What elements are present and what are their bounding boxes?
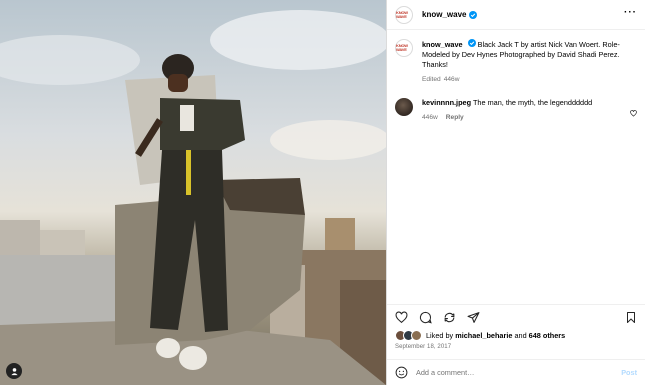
author-logo: KNOW WAVE — [396, 9, 408, 19]
comment-like-heart-icon[interactable] — [630, 104, 637, 123]
likes-others[interactable]: 648 others — [529, 331, 566, 340]
reply-button[interactable]: Reply — [446, 114, 464, 121]
heart-icon[interactable] — [395, 311, 408, 324]
caption-username[interactable]: know_wave — [422, 40, 463, 49]
share-icon[interactable] — [443, 311, 456, 324]
action-bar — [387, 304, 645, 330]
verified-badge-icon — [469, 10, 478, 19]
post-panel: KNOW WAVE know_wave ··· KNOW WAVE know_w… — [386, 0, 645, 385]
caption-author-logo: KNOW WAVE — [396, 43, 408, 52]
caption-verified-badge-icon — [467, 39, 476, 47]
emoji-icon[interactable] — [395, 366, 408, 379]
likes-prefix: Liked by — [426, 331, 454, 340]
liker-avatars[interactable] — [395, 330, 422, 341]
comments-section: KNOW WAVE know_wave Black Jack T by arti… — [387, 31, 645, 301]
post-comment-button[interactable]: Post — [621, 368, 637, 377]
author-avatar[interactable]: KNOW WAVE — [395, 5, 413, 24]
commenter-avatar[interactable] — [395, 98, 413, 116]
comment-input[interactable] — [416, 368, 622, 377]
caption: KNOW WAVE know_wave Black Jack T by arti… — [395, 39, 637, 85]
likes-user[interactable]: michael_beharie — [455, 331, 512, 340]
comment-username[interactable]: kevinnnn.jpeg — [422, 98, 471, 107]
comment-age[interactable]: 446w — [422, 114, 438, 121]
likes-joiner: and — [514, 331, 527, 340]
comment-item: kevinnnn.jpeg The man, the myth, the leg… — [395, 98, 637, 123]
user-tag-icon[interactable] — [6, 363, 22, 379]
bookmark-icon[interactable] — [625, 311, 637, 324]
comment-icon[interactable] — [419, 311, 432, 324]
liker-avatar — [411, 330, 422, 341]
post-header: KNOW WAVE know_wave ··· — [387, 0, 645, 30]
comment-text: The man, the myth, the legendddddd — [472, 98, 593, 107]
post-date[interactable]: September 18, 2017 — [395, 344, 451, 350]
post-photo[interactable] — [0, 0, 386, 385]
post-photo-illustration — [0, 10, 386, 385]
more-icon[interactable]: ··· — [624, 7, 637, 22]
likes-summary: Liked by michael_beharie and 648 others — [395, 330, 565, 341]
caption-author-avatar[interactable]: KNOW WAVE — [395, 39, 413, 57]
author-username[interactable]: know_wave — [422, 10, 466, 19]
caption-age[interactable]: 446w — [444, 76, 460, 83]
caption-edited: Edited — [422, 76, 441, 83]
send-icon[interactable] — [467, 311, 480, 324]
add-comment-bar: Post — [387, 359, 645, 385]
